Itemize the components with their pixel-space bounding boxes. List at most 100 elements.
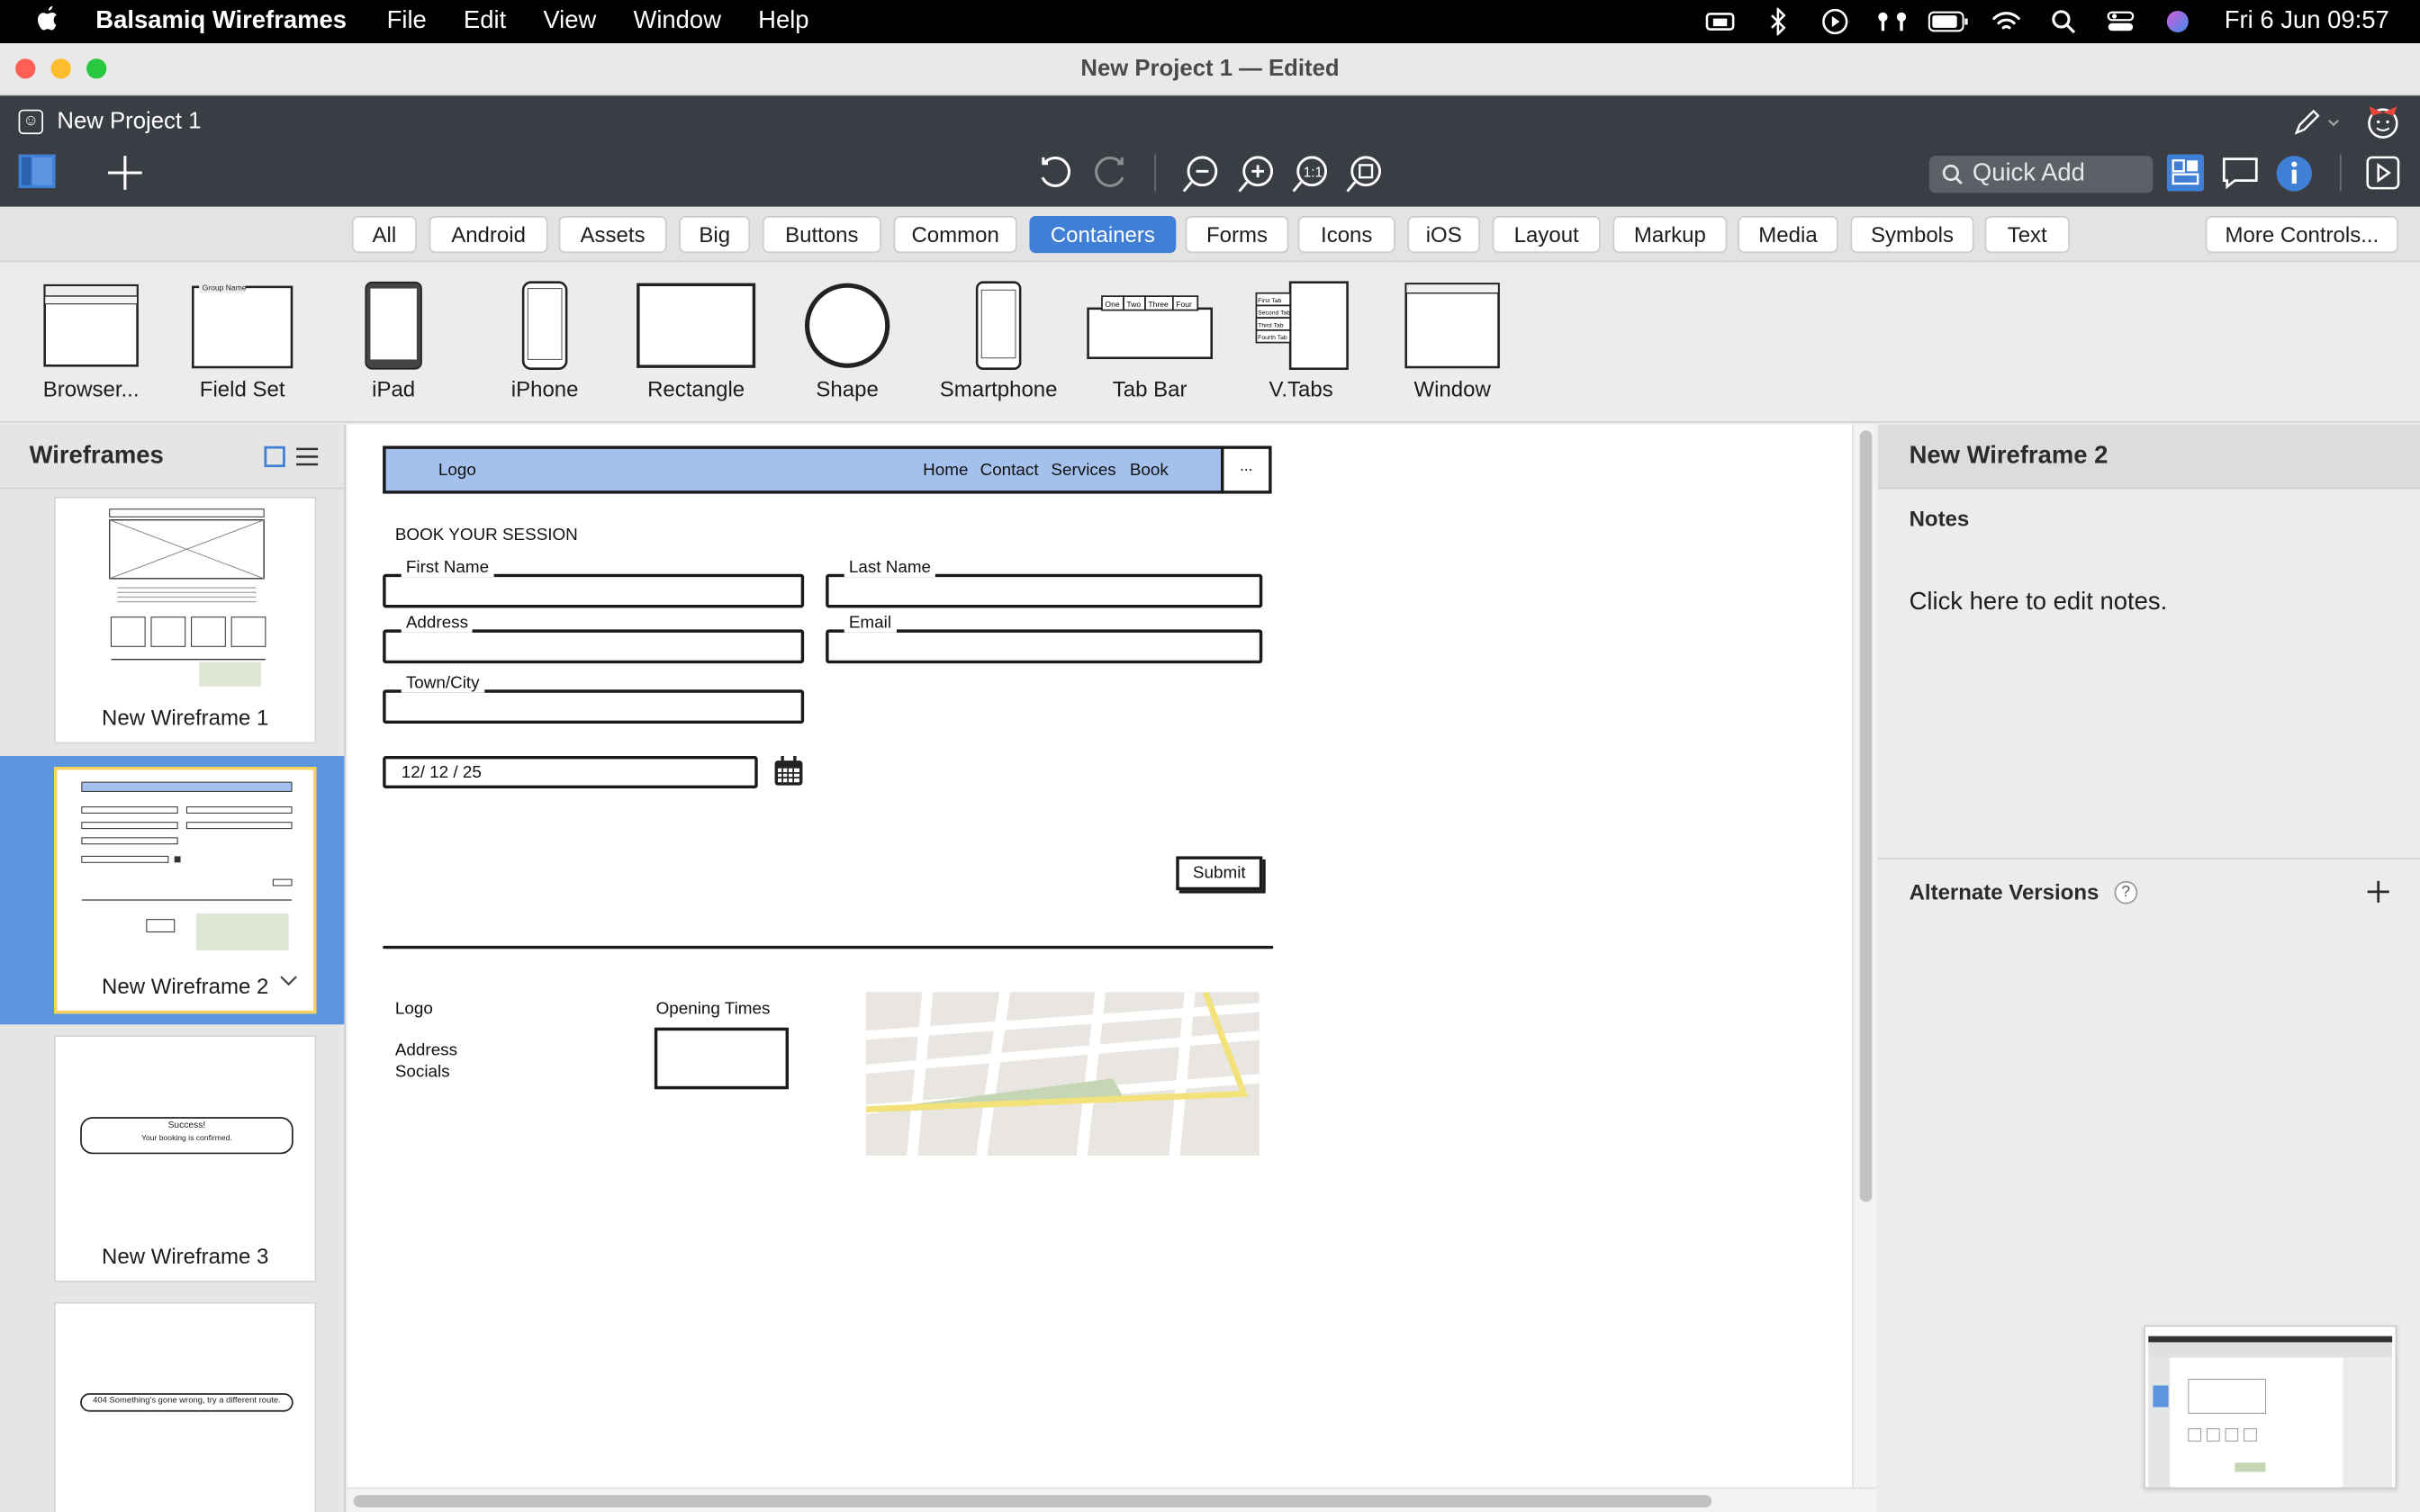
smartphone-icon (923, 278, 1074, 374)
bluetooth-icon[interactable] (1749, 7, 1806, 36)
undo-icon[interactable] (1037, 154, 1074, 191)
category-common[interactable]: Common (893, 216, 1017, 254)
nav-link-home[interactable]: Home (923, 462, 968, 481)
wireframe-thumbnail-4[interactable]: 404 Something's gone wrong, try a differ… (54, 1301, 317, 1512)
app-name-menu[interactable]: Balsamiq Wireframes (95, 8, 347, 36)
notes-editor[interactable]: Click here to edit notes. (1910, 590, 2168, 617)
nav-bar[interactable]: Logo Home Contact Services Book (383, 446, 1224, 494)
zoom-out-icon[interactable] (1180, 154, 1221, 194)
quick-add-input[interactable] (1972, 160, 2143, 189)
library-field-set[interactable]: Group Name Field Set (167, 262, 318, 422)
more-controls-button[interactable]: More Controls... (2205, 216, 2398, 254)
category-media[interactable]: Media (1738, 216, 1838, 254)
wireframe-thumbnail-2[interactable]: New Wireframe 2 (54, 767, 317, 1014)
nav-link-services[interactable]: Services (1051, 462, 1115, 481)
wireframes-toggle-icon[interactable] (18, 154, 56, 189)
wireframe-thumbnail-3[interactable]: Success! Your booking is confirmed. New … (54, 1035, 317, 1282)
actual-size-icon[interactable]: 1:1 (1290, 154, 1331, 194)
menu-view[interactable]: View (543, 8, 596, 36)
library-smartphone[interactable]: Smartphone (923, 262, 1074, 422)
map-graphic (865, 992, 1260, 1156)
siri-icon[interactable] (2149, 9, 2206, 33)
opening-times-box[interactable] (654, 1027, 789, 1090)
ui-library-icon[interactable] (2166, 154, 2204, 192)
town-city-field[interactable]: Town/City (383, 674, 805, 724)
category-text[interactable]: Text (1984, 216, 2070, 254)
pencil-icon[interactable] (2292, 108, 2342, 139)
comments-icon[interactable] (2221, 154, 2262, 191)
menu-clock[interactable]: Fri 6 Jun 09:57 (2225, 8, 2389, 36)
category-layout[interactable]: Layout (1492, 216, 1601, 254)
menu-edit[interactable]: Edit (464, 8, 506, 36)
canvas-horizontal-scrollbar[interactable] (347, 1487, 1877, 1512)
play-icon[interactable] (1806, 8, 1863, 36)
category-markup[interactable]: Markup (1612, 216, 1728, 254)
add-alternate-version-button[interactable] (2366, 873, 2390, 914)
category-big[interactable]: Big (679, 216, 751, 254)
wireframe-canvas[interactable]: Logo Home Contact Services Book ... BOOK… (347, 424, 1853, 1490)
wireframes-panel-header: Wireframes (0, 424, 345, 490)
category-forms[interactable]: Forms (1185, 216, 1289, 254)
vertical-scroll-thumb[interactable] (1859, 430, 1873, 1202)
airpods-icon[interactable] (1864, 9, 1920, 33)
list-view-icon[interactable] (294, 446, 319, 475)
menu-file[interactable]: File (387, 8, 427, 36)
category-android[interactable]: Android (429, 216, 548, 254)
wireframes-panel: Wireframes New Wireframe 1 New Wireframe… (0, 424, 346, 1512)
wireframe-thumbnail-1[interactable]: New Wireframe 1 (54, 497, 317, 744)
screen-mirror-icon[interactable] (1692, 9, 1748, 33)
nav-link-book[interactable]: Book (1130, 462, 1169, 481)
canvas-vertical-scrollbar[interactable] (1852, 424, 1877, 1490)
info-icon[interactable] (2275, 154, 2314, 193)
map-image[interactable] (865, 992, 1260, 1156)
thumbnail-view-icon[interactable] (264, 446, 285, 475)
minimap-preview (2148, 1336, 2393, 1488)
last-name-field[interactable]: Last Name (826, 558, 1263, 608)
address-field[interactable]: Address (383, 614, 805, 664)
quick-add-field[interactable] (1928, 156, 2154, 194)
category-assets[interactable]: Assets (558, 216, 667, 254)
wifi-icon[interactable] (1977, 9, 2034, 33)
project-name: New Project 1 (57, 108, 202, 135)
help-icon[interactable]: ? (2114, 880, 2138, 904)
project-title[interactable]: ☺ New Project 1 (18, 108, 202, 135)
email-field[interactable]: Email (826, 614, 1263, 664)
menu-window[interactable]: Window (633, 8, 721, 36)
library-browser[interactable]: Browser... (15, 262, 167, 422)
submit-button[interactable]: Submit (1176, 856, 1263, 891)
present-icon[interactable] (2366, 156, 2400, 190)
library-shape[interactable]: Shape (772, 262, 923, 422)
add-wireframe-icon[interactable] (106, 154, 143, 191)
first-name-field[interactable]: First Name (383, 558, 805, 608)
category-buttons[interactable]: Buttons (762, 216, 881, 254)
chevron-down-icon[interactable] (279, 968, 298, 995)
library-iphone[interactable]: iPhone (469, 262, 620, 422)
category-containers[interactable]: Containers (1029, 216, 1177, 254)
date-field[interactable]: 12/ 12 / 25 (383, 756, 758, 788)
library-tab-bar[interactable]: One Two Three Four Tab Bar (1074, 262, 1225, 422)
spotlight-search-icon[interactable] (2035, 9, 2091, 34)
nav-menu-button[interactable]: ... (1221, 446, 1272, 494)
menu-help[interactable]: Help (758, 8, 808, 36)
calendar-icon[interactable] (773, 756, 804, 795)
category-icons[interactable]: Icons (1297, 216, 1395, 254)
library-rectangle[interactable]: Rectangle (620, 262, 772, 422)
library-window[interactable]: Window (1377, 262, 1528, 422)
battery-icon[interactable] (1920, 11, 1977, 32)
zoom-fit-icon[interactable] (1344, 154, 1385, 194)
wireframe-title[interactable]: New Wireframe 2 (1910, 443, 2108, 471)
library-vtabs[interactable]: First Tab Second Tab Third Tab Fourth Tab V… (1225, 262, 1377, 422)
category-ios[interactable]: iOS (1407, 216, 1480, 254)
category-symbols[interactable]: Symbols (1850, 216, 1974, 254)
nav-link-contact[interactable]: Contact (980, 462, 1039, 481)
iphone-icon (469, 278, 620, 374)
category-all[interactable]: All (351, 216, 417, 254)
control-center-icon[interactable] (2091, 9, 2148, 33)
mascot-icon[interactable] (2363, 100, 2404, 140)
zoom-in-icon[interactable] (1236, 154, 1277, 194)
apple-icon[interactable] (0, 4, 95, 39)
redo-icon[interactable] (1091, 154, 1128, 191)
library-ipad[interactable]: iPad (318, 262, 469, 422)
navigator-minimap[interactable] (2144, 1325, 2397, 1490)
horizontal-scroll-thumb[interactable] (353, 1495, 1712, 1508)
